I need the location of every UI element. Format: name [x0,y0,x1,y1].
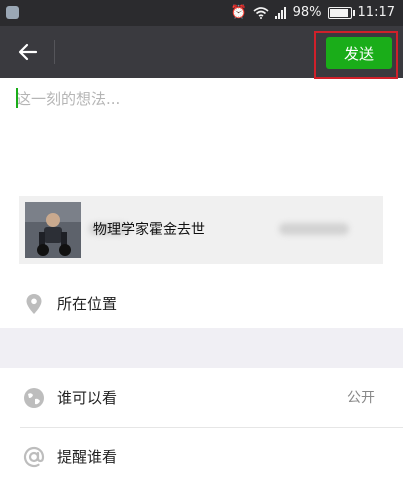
toolbar-divider [54,40,55,64]
battery-icon [327,7,355,19]
section-divider [0,328,403,368]
visibility-label: 谁可以看 [57,389,118,407]
send-button[interactable]: 发送 [326,37,392,69]
link-title: 物理学家霍金去世 [93,222,205,238]
location-row[interactable]: 所在位置 [0,279,403,329]
visibility-value: 公开 [347,390,375,406]
shared-link-card[interactable]: 物理学家霍金去世 [19,196,383,264]
location-label: 所在位置 [57,295,118,313]
text-cursor [16,88,18,108]
globe-icon [24,388,44,408]
app-notification-icon [6,6,19,19]
person-in-wheelchair-image [25,202,81,258]
blurred-text [279,223,349,235]
link-thumbnail [25,202,81,258]
at-sign-icon [23,446,45,468]
arrow-left-icon [18,43,38,61]
status-bar: ⏰ 98% 11:17 [0,0,403,26]
visibility-row[interactable]: 谁可以看 公开 [0,373,403,423]
wifi-icon [253,7,269,19]
clock-time: 11:17 [357,5,395,20]
battery-percent: 98% [292,5,322,20]
remind-label: 提醒谁看 [57,448,118,466]
row-divider [20,427,403,428]
alarm-icon: ⏰ [230,5,247,20]
remind-row[interactable]: 提醒谁看 [0,432,403,482]
status-indicators: ⏰ 98% 11:17 [230,0,395,26]
location-pin-icon [26,294,42,314]
thought-input[interactable] [14,86,388,180]
signal-icon [274,7,286,19]
back-button[interactable] [14,38,42,66]
